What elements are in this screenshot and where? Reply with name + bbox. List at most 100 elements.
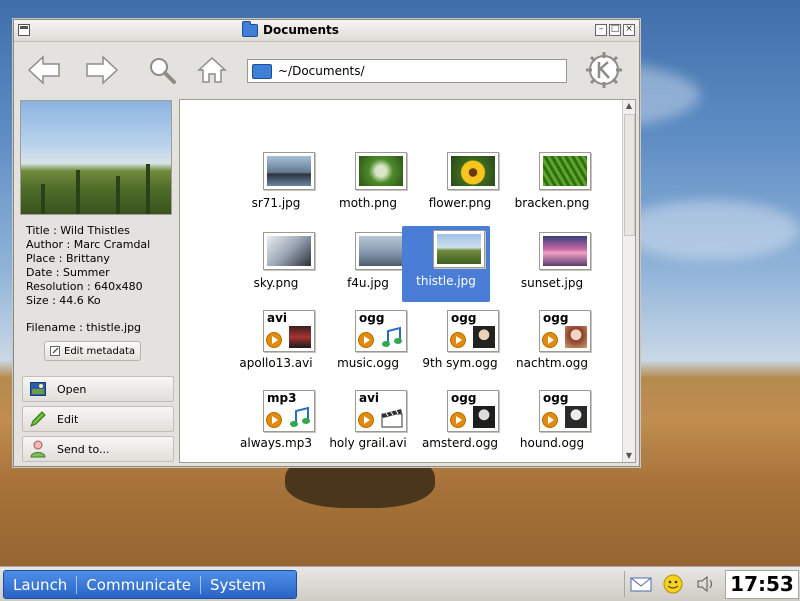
scroll-down-icon[interactable]: ▼ [625,451,633,461]
music-note-icon [382,326,402,347]
file-item[interactable]: ogg music.ogg [324,308,412,384]
file-thumbnail [355,152,407,190]
file-thumbnail: mp3 [263,390,315,432]
file-item[interactable]: ogg nachtm.ogg [508,308,596,384]
speaker-icon[interactable] [695,574,717,594]
file-item[interactable]: sr71.jpg [232,148,320,224]
folder-icon [252,63,272,79]
close-button[interactable]: × [623,24,635,36]
play-icon [450,412,466,428]
file-name: always.mp3 [240,436,312,450]
meta-author: Author : Marc Cramdal [26,238,151,251]
file-thumbnail [355,232,407,270]
edit-metadata-button[interactable]: Edit metadata [44,341,142,361]
home-icon[interactable] [194,52,230,88]
file-item[interactable]: sunset.jpg [508,228,596,304]
file-thumbnail: ogg [355,310,407,352]
info-sidebar: Title : Wild Thistles Author : Marc Cram… [20,100,175,462]
file-item[interactable]: sky.png [232,228,320,304]
window-menu-icon[interactable] [18,24,30,36]
file-name: hound.ogg [519,436,585,450]
portrait-thumb [473,406,495,428]
window-titlebar[interactable]: Documents – □ × [14,20,639,42]
file-thumbnail: ogg [447,310,499,352]
file-item[interactable]: avi holy grail.avi [324,388,412,464]
address-bar[interactable]: ~/Documents/ [247,59,567,83]
play-icon [266,332,282,348]
play-icon [542,332,558,348]
window-title: Documents [242,20,339,37]
vertical-scrollbar[interactable]: ▲ ▼ [622,100,635,462]
search-icon[interactable] [144,52,180,88]
file-item[interactable]: ogg amsterd.ogg [416,388,504,464]
launcher-menu: Launch Communicate System [3,570,297,599]
file-item[interactable]: f4u.jpg [324,228,412,304]
file-thumbnail: avi [263,310,315,352]
send-to-button[interactable]: Send to... [22,436,174,462]
music-note-icon [290,406,310,427]
file-item[interactable]: moth.png [324,148,412,224]
portrait-thumb [565,406,587,428]
file-thumbnail [539,232,591,270]
file-name: apollo13.avi [239,356,313,370]
back-arrow-icon[interactable] [26,52,62,88]
smiley-icon[interactable] [662,574,684,594]
plant-stem [146,164,150,214]
taskbar: Launch Communicate System 17:53 [0,566,800,601]
file-item[interactable]: flower.png [416,148,504,224]
meta-resolution: Resolution : 640x480 [26,280,143,293]
edit-metadata-label: Edit metadata [64,345,136,357]
minimize-button[interactable]: – [595,24,607,36]
file-name: sunset.jpg [520,276,584,290]
file-thumbnail: avi [355,390,407,432]
file-item-selected[interactable]: thistle.jpg [402,226,490,302]
file-thumbnail: ogg [447,390,499,432]
file-type-tag: ogg [359,311,385,325]
meta-size: Size : 44.6 Ko [26,294,101,307]
play-icon [542,412,558,428]
send-to-label: Send to... [57,442,110,456]
file-item[interactable]: mp3 always.mp3 [232,388,320,464]
system-button[interactable]: System [201,576,275,594]
plant-stem [41,184,45,214]
pencil-icon [29,410,47,428]
file-thumbnail [263,232,315,270]
desktop-cloud [620,200,800,260]
open-label: Open [57,382,87,396]
file-type-tag: ogg [451,311,477,325]
file-thumbnail: ogg [539,390,591,432]
file-name: sky.png [253,276,299,290]
file-name: f4u.jpg [347,276,389,290]
kde-logo-icon[interactable] [584,50,624,93]
edit-label: Edit [57,412,79,426]
file-name: moth.png [339,196,397,210]
plant-stem [76,170,80,214]
meta-place: Place : Brittany [26,252,110,265]
file-item[interactable]: avi apollo13.avi [232,308,320,384]
file-name: holy grail.avi [329,436,407,450]
portrait-thumb [565,326,587,348]
edit-button[interactable]: Edit [22,406,174,432]
clock[interactable]: 17:53 [725,570,799,599]
open-button[interactable]: Open [22,376,174,402]
forward-arrow-icon[interactable] [84,52,120,88]
image-preview [20,100,172,215]
window-title-text: Documents [263,23,339,37]
play-icon [266,412,282,428]
file-item[interactable]: ogg hound.ogg [508,388,596,464]
file-item[interactable]: bracken.png [508,148,596,224]
scrollbar-thumb[interactable] [624,114,635,236]
file-name: amsterd.ogg [421,436,499,450]
maximize-button[interactable]: □ [609,24,621,36]
scroll-up-icon[interactable]: ▲ [625,101,633,111]
file-name: music.ogg [337,356,399,370]
communicate-button[interactable]: Communicate [77,575,201,594]
file-type-tag: ogg [451,391,477,405]
file-view[interactable]: sr71.jpg moth.png flower.png bracken.png… [179,99,636,463]
meta-filename: Filename : thistle.jpg [26,321,142,334]
mail-icon[interactable] [630,575,652,593]
file-name: flower.png [428,196,492,210]
file-type-tag: ogg [543,391,569,405]
launch-button[interactable]: Launch [4,575,78,594]
file-item[interactable]: ogg 9th sym.ogg [416,308,504,384]
